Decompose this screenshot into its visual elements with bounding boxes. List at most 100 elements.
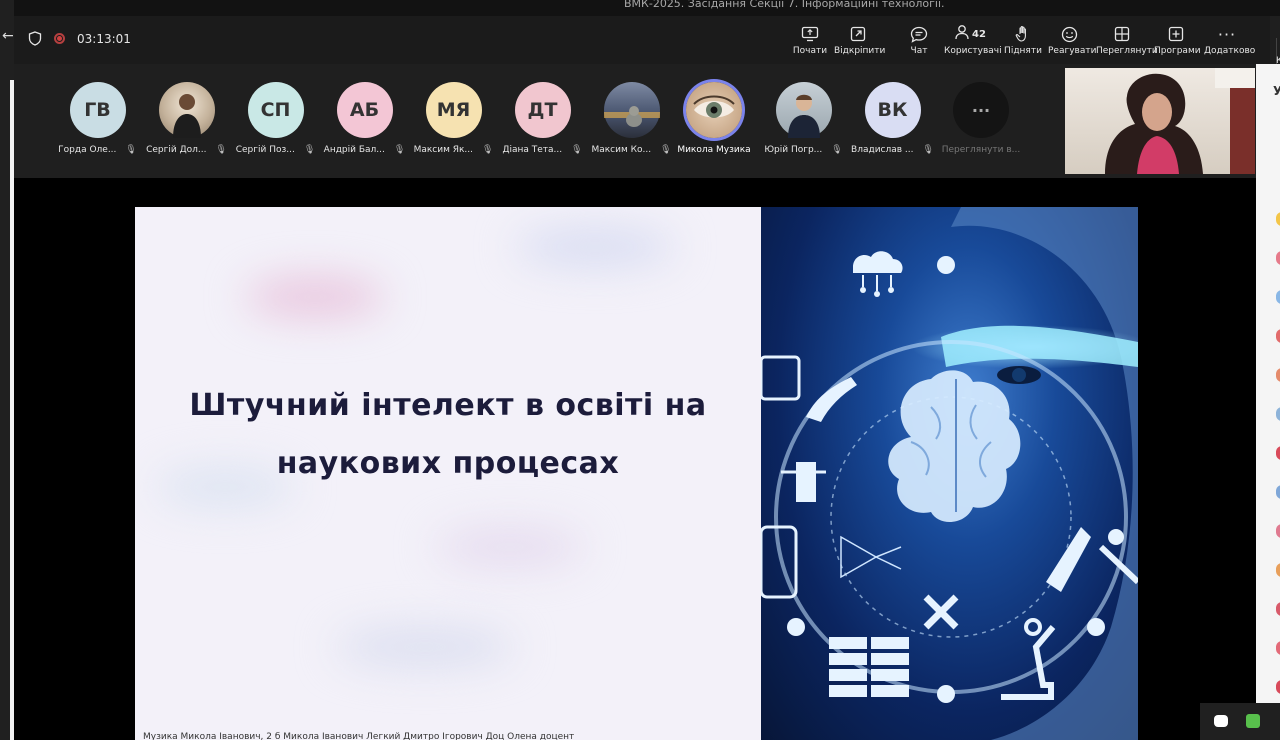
recording-icon bbox=[54, 33, 65, 44]
panel-avatar-edge bbox=[1276, 680, 1280, 694]
participant-name: Андрій Бал... bbox=[323, 145, 385, 155]
people-icon-group: 42 bbox=[944, 24, 996, 44]
side-panel-heading: У bbox=[1273, 84, 1280, 98]
avatar: АБ bbox=[336, 82, 393, 138]
tray-app-icon[interactable] bbox=[1246, 714, 1260, 728]
participant-count-badge: 42 bbox=[972, 28, 986, 40]
slide-decoration bbox=[515, 227, 675, 267]
participant-name: Горда Оле... bbox=[58, 145, 117, 155]
participant-tile[interactable]: МЯ Максим Як... 🎙 bbox=[409, 82, 498, 155]
more-options-button[interactable]: ··· Додатково bbox=[1204, 24, 1256, 64]
left-window-edge: ← bbox=[0, 0, 14, 740]
more-options-label: Додатково bbox=[1204, 46, 1256, 56]
participant-tile[interactable]: Сергій Дол... 🎙 bbox=[142, 82, 231, 155]
avatar bbox=[686, 82, 742, 138]
unpin-button[interactable]: Відкріпити bbox=[834, 24, 886, 64]
mic-off-icon: 🎙 bbox=[571, 145, 583, 155]
unpin-label: Відкріпити bbox=[834, 46, 886, 56]
slide-title-line: Штучний інтелект в освіті на bbox=[189, 388, 707, 423]
avatar: ГВ bbox=[69, 82, 126, 138]
presentation-slide: Штучний інтелект в освіті на наукових пр… bbox=[135, 207, 761, 740]
panel-avatar-edge bbox=[1276, 485, 1280, 499]
people-button[interactable]: 42 Користувачі bbox=[944, 24, 1002, 66]
participant-tile[interactable]: АБ Андрій Бал... 🎙 bbox=[320, 82, 409, 155]
photo-avatar-icon bbox=[787, 94, 820, 138]
avatar bbox=[603, 82, 660, 138]
participant-name: Юрій Погр... bbox=[764, 145, 823, 155]
ellipsis-icon: ··· bbox=[953, 82, 1009, 138]
slide-title: Штучний інтелект в освіті на наукових пр… bbox=[175, 377, 721, 493]
share-label: Почати bbox=[792, 46, 828, 56]
participant-name: Микола Музика bbox=[677, 145, 751, 155]
participant-tile[interactable]: Максим Ко... 🎙 bbox=[587, 82, 676, 155]
tray-icons bbox=[1200, 703, 1280, 740]
participant-tile[interactable]: Юрій Погр... 🎙 bbox=[759, 82, 848, 155]
participant-tile[interactable]: ВК Владислав ... 🎙 bbox=[848, 82, 937, 155]
slide-decoration bbox=[245, 277, 385, 317]
self-view-person-icon bbox=[1105, 68, 1255, 174]
window-title: ВМК-2025. Засідання Секції 7. Інформацій… bbox=[624, 0, 945, 10]
share-screen-icon bbox=[792, 24, 828, 44]
chat-icon bbox=[904, 24, 934, 44]
mic-off-icon: 🎙 bbox=[831, 145, 843, 155]
back-arrow-icon[interactable]: ← bbox=[2, 28, 14, 44]
participant-tile[interactable]: СП Сергій Поз... 🎙 bbox=[231, 82, 320, 155]
view-button[interactable]: Переглянути bbox=[1096, 24, 1158, 64]
more-icon: ··· bbox=[1217, 24, 1237, 44]
chat-button[interactable]: Чат bbox=[904, 24, 934, 64]
title-bar: ВМК-2025. Засідання Секції 7. Інформацій… bbox=[14, 0, 1280, 16]
shield-icon bbox=[28, 31, 42, 50]
participant-tile[interactable]: ГВ Горда Оле... 🎙 bbox=[53, 82, 142, 155]
mic-off-icon: 🎙 bbox=[482, 145, 494, 155]
participant-name: Сергій Дол... bbox=[146, 145, 207, 155]
mic-off-icon: 🎙 bbox=[303, 145, 316, 155]
eye-photo-icon bbox=[693, 95, 735, 118]
panel-avatar-edge bbox=[1276, 212, 1280, 226]
people-icon bbox=[954, 24, 970, 44]
panel-avatar-edge bbox=[1276, 251, 1280, 265]
mic-off-icon: 🎙 bbox=[922, 145, 934, 155]
panel-avatar-edge bbox=[1276, 641, 1280, 655]
avatar: ВК bbox=[864, 82, 921, 138]
view-icon bbox=[1096, 24, 1148, 44]
self-view-video[interactable] bbox=[1065, 68, 1255, 174]
raise-hand-icon bbox=[1004, 24, 1042, 44]
avatar bbox=[775, 82, 832, 138]
view-label: Переглянути bbox=[1096, 46, 1158, 56]
view-all-label: Переглянути в... bbox=[941, 145, 1021, 155]
unpin-icon bbox=[834, 24, 882, 44]
side-panel bbox=[1256, 64, 1280, 740]
raise-hand-button[interactable]: Підняти bbox=[1004, 24, 1042, 64]
mic-off-icon: 🎙 bbox=[125, 145, 137, 155]
share-button[interactable]: Почати bbox=[792, 24, 828, 64]
participant-name: Максим Як... bbox=[413, 145, 473, 155]
panel-avatar-edge bbox=[1276, 563, 1280, 577]
slide-authors: Музика Микола Іванович, 2 б Микола Івано… bbox=[143, 732, 575, 740]
photo-avatar-icon bbox=[172, 94, 201, 138]
slide-decoration bbox=[335, 627, 515, 667]
chat-label: Чат bbox=[910, 46, 928, 56]
panel-avatar-edge bbox=[1276, 446, 1280, 460]
avatar bbox=[158, 82, 215, 138]
avatar: ДТ bbox=[514, 82, 571, 138]
react-button[interactable]: Реагувати bbox=[1048, 24, 1097, 64]
ai-face-illustration-icon bbox=[761, 207, 1138, 740]
participant-name: Сергій Поз... bbox=[235, 145, 295, 155]
participant-name: Владислав ... bbox=[851, 145, 914, 155]
participant-tile[interactable]: ДТ Діана Тета... 🎙 bbox=[498, 82, 587, 155]
react-label: Реагувати bbox=[1048, 46, 1097, 56]
apps-button[interactable]: Програми bbox=[1154, 24, 1201, 64]
mic-off-icon: 🎙 bbox=[660, 145, 672, 155]
panel-avatar-edge bbox=[1276, 290, 1280, 304]
slide-title-line: наукових процесах bbox=[276, 446, 620, 481]
discord-icon[interactable] bbox=[1214, 715, 1228, 727]
mic-off-icon: 🎙 bbox=[215, 145, 227, 155]
view-all-participants-tile[interactable]: ··· Переглянути в... bbox=[937, 82, 1025, 155]
panel-avatar-edge bbox=[1276, 524, 1280, 538]
panel-avatar-edge bbox=[1276, 602, 1280, 616]
apps-icon bbox=[1154, 24, 1198, 44]
avatar: МЯ bbox=[425, 82, 482, 138]
participant-tile-speaking[interactable]: Микола Музика bbox=[675, 82, 753, 155]
apps-label: Програми bbox=[1154, 46, 1201, 56]
raise-hand-label: Підняти bbox=[1004, 46, 1042, 56]
